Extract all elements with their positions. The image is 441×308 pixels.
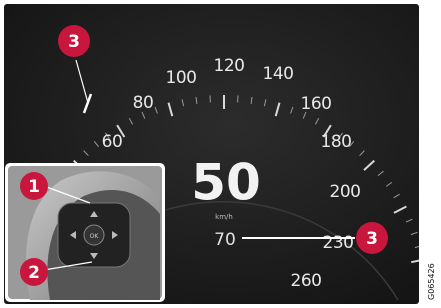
scale-label-120: 120: [214, 56, 245, 76]
scale-label-140: 140: [263, 64, 294, 84]
callout-badge-inset-top: 1: [20, 172, 48, 200]
scale-label-200: 200: [330, 182, 361, 202]
scale-label-160: 160: [301, 94, 332, 114]
figure-id: G065426: [427, 263, 436, 300]
callout-badge-right: 3: [356, 222, 388, 254]
speedometer-gauge: 60 80 100 120 140 160 180 200 230 260 50…: [4, 0, 441, 308]
callout-badge-inset-bottom: 2: [20, 258, 48, 286]
callout-number: 2: [28, 263, 40, 283]
scale-label-180: 180: [321, 132, 352, 152]
callout-number: 3: [366, 229, 378, 249]
svg-text:OK: OK: [90, 233, 100, 240]
scale-label-260: 260: [291, 271, 322, 291]
scale-label-80: 80: [133, 93, 154, 113]
speed-unit: km/h: [215, 213, 233, 221]
figure: 60 80 100 120 140 160 180 200 230 260 50…: [0, 0, 441, 308]
callout-number: 3: [68, 32, 80, 52]
callout-badge-top-left: 3: [58, 25, 90, 57]
figure-id-strip: [419, 0, 441, 308]
current-speed: 50: [191, 154, 261, 212]
scale-label-60: 60: [102, 132, 123, 152]
scale-label-100: 100: [166, 68, 197, 88]
scale-label-230: 230: [323, 233, 354, 253]
callout-number: 1: [28, 177, 40, 197]
set-speed: 70: [214, 230, 236, 250]
